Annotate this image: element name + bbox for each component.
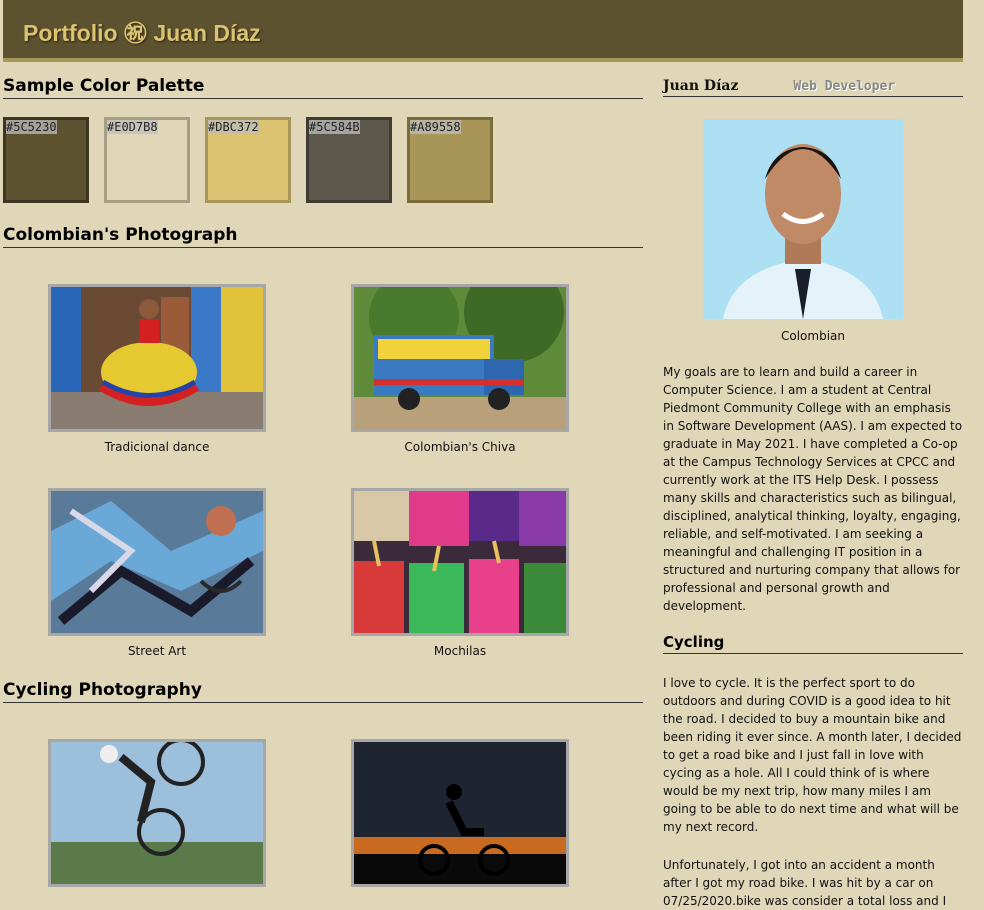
colombian-heading: Colombian's Photograph	[3, 219, 643, 248]
right-column: Juan Díaz Web Developer Colombian My goa…	[663, 62, 963, 910]
swatch-2: #E0D7B8	[104, 117, 190, 203]
sunset-image	[351, 739, 569, 887]
cycling-paragraph-2: Unfortunately, I got into an accident a …	[663, 858, 947, 908]
chiva-image	[351, 284, 569, 432]
swatch-4: #5C584B	[306, 117, 392, 203]
profile-header: Juan Díaz Web Developer	[663, 62, 963, 97]
profile-role: Web Developer	[793, 79, 896, 94]
left-column: Sample Color Palette #5C5230 #E0D7B8 #DB…	[3, 62, 643, 903]
photo-bmx-jump[interactable]	[48, 739, 266, 887]
cycling-photos-heading: Cycling Photography	[3, 680, 643, 703]
header-banner: Portfolio ㊗ Juan Díaz	[3, 0, 963, 62]
street-art-image	[48, 488, 266, 636]
colombian-gallery: Tradicional dance Colombian's Chiva Stre…	[3, 248, 643, 680]
cycling-gallery	[3, 703, 643, 903]
profile-name: Juan Díaz	[663, 78, 739, 94]
photo-mochilas[interactable]: Mochilas	[351, 488, 569, 658]
page-title: Portfolio ㊗ Juan Díaz	[23, 20, 261, 46]
bmx-image	[48, 739, 266, 887]
portrait-image	[703, 119, 903, 319]
bio-text: My goals are to learn and build a career…	[663, 365, 963, 613]
photo-street-art[interactable]: Street Art	[48, 488, 266, 658]
swatch-5: #A89558	[407, 117, 493, 203]
dance-image	[48, 284, 266, 432]
color-palette: #5C5230 #E0D7B8 #DBC372 #5C584B #A89558	[3, 99, 643, 219]
photo-colombian-chiva[interactable]: Colombian's Chiva	[351, 284, 569, 454]
cycling-heading: Cycling	[663, 615, 963, 654]
swatch-1: #5C5230	[3, 117, 89, 203]
cycling-paragraph-1: I love to cycle. It is the perfect sport…	[663, 676, 962, 834]
photo-sunset-cyclist[interactable]	[351, 739, 569, 887]
swatch-3: #DBC372	[205, 117, 291, 203]
photo-tradicional-dance[interactable]: Tradicional dance	[48, 284, 266, 454]
portrait-caption: Colombian	[781, 329, 845, 343]
palette-heading: Sample Color Palette	[3, 62, 643, 99]
mochilas-image	[351, 488, 569, 636]
